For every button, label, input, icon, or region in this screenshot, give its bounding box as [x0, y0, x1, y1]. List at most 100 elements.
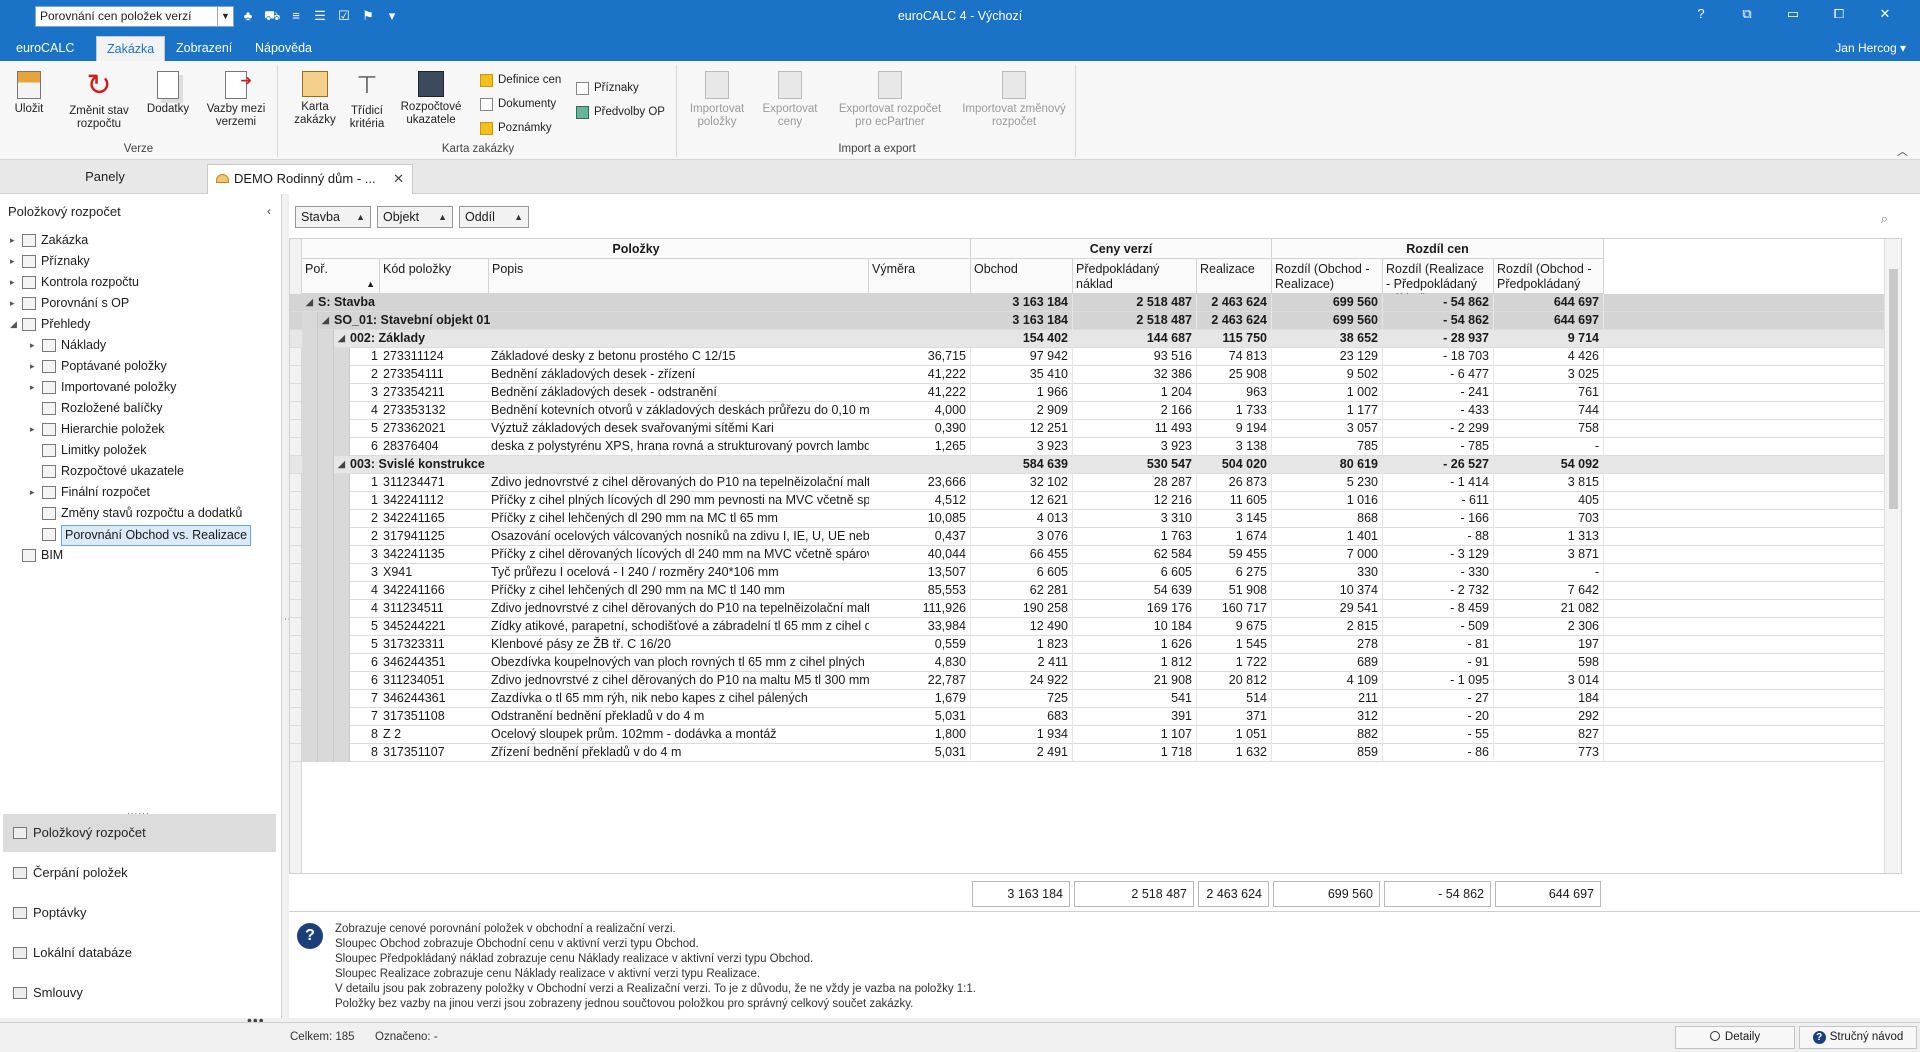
expand-icon[interactable]: ▸	[10, 230, 20, 251]
expand-icon[interactable]: ▸	[10, 293, 20, 314]
user-menu[interactable]: Jan Hercog ▾	[1835, 41, 1906, 55]
expand-icon[interactable]: ▸	[30, 335, 40, 356]
version-links-button[interactable]: ➜ Vazby mezi verzemi	[200, 67, 272, 129]
nav-button[interactable]: Položkový rozpočet	[3, 814, 276, 852]
collapse-group-icon[interactable]: ◢	[338, 330, 345, 347]
table-row[interactable]: 6 346244351 Obezdívka koupelnových van plo…	[290, 654, 1885, 672]
table-row[interactable]: 5 273362021 Výztuž základových desek svařo…	[290, 420, 1885, 438]
vertical-splitter[interactable]: ⋮	[282, 194, 294, 1018]
minimize-icon[interactable]: ▭	[1770, 6, 1816, 22]
table-row[interactable]: 2 342241165 Příčky z cihel lehčených dl 29…	[290, 510, 1885, 528]
header-por[interactable]: Poř. ▲	[302, 259, 380, 294]
collapse-group-icon[interactable]: ◢	[322, 312, 329, 329]
version-select[interactable]: Porovnání cen položek verzí ▼	[35, 6, 234, 27]
table-row[interactable]: 4 311234511 Zdivo jednovrstvé z cihel děro…	[290, 600, 1885, 618]
table-row[interactable]: 6 28376404 deska z polystyrénu XPS, hrana …	[290, 438, 1885, 456]
header-predpokladany[interactable]: Předpokládaný náklad	[1073, 259, 1197, 294]
collapse-group-icon[interactable]: ◢	[306, 294, 313, 311]
expand-icon[interactable]: ▸	[10, 272, 20, 293]
tree-item[interactable]: ◢ Přehledy	[10, 314, 282, 335]
collapse-group-icon[interactable]: ◢	[338, 456, 345, 473]
header-obchod[interactable]: Obchod	[971, 259, 1073, 294]
collapse-ribbon-icon[interactable]: ︿	[1897, 143, 1908, 159]
tree-item[interactable]: ▸ Kontrola rozpočtu	[10, 272, 282, 293]
nav-button[interactable]: Čerpání položek	[3, 854, 276, 892]
table-row[interactable]: 3 273354211 Bednění základových desek - od…	[290, 384, 1885, 402]
tree-item[interactable]: Limitky položek	[10, 440, 282, 461]
header-popis[interactable]: Popis	[489, 259, 869, 294]
table-row[interactable]: 3 X941 Tyč průřezu I ocelová - I 240 / roz…	[290, 564, 1885, 582]
expand-icon[interactable]: ▸	[30, 482, 40, 503]
nav-button[interactable]: Smlouvy	[3, 974, 276, 1012]
header-vymera[interactable]: Výměra	[869, 259, 971, 294]
header-realizace[interactable]: Realizace	[1197, 259, 1272, 294]
table-row[interactable]: 7 317351108 Odstranění bednění překladů v …	[290, 708, 1885, 726]
table-row[interactable]: 1 273311124 Základové desky z betonu prost…	[290, 348, 1885, 366]
close-icon[interactable]: ✕	[1862, 6, 1908, 22]
nav-button[interactable]: Lokální databáze	[3, 934, 276, 972]
nav-button[interactable]: Poptávky	[3, 894, 276, 932]
help-icon[interactable]: ?	[1678, 6, 1724, 22]
table-row[interactable]: 7 346244361 Zazdívka o tl 65 mm rýh, nik n…	[290, 690, 1885, 708]
quick-guide-button[interactable]: ? Stručný návod	[1799, 1026, 1917, 1049]
flags-button[interactable]: Příznaky	[576, 79, 639, 97]
header-rozdil-obchod-predpokladany[interactable]: Rozdíl (Obchod - Předpokládaný	[1494, 259, 1604, 294]
chevron-down-icon[interactable]: ▼	[217, 7, 233, 26]
table-row[interactable]: 1 311234471 Zdivo jednovrstvé z cihel děro…	[290, 474, 1885, 492]
table-row[interactable]: 2 317941125 Osazování ocelových válcovanýc…	[290, 528, 1885, 546]
header-kod[interactable]: Kód položky	[380, 259, 489, 294]
group-row[interactable]: ◢ S: Stavba 3 163 184 2 518 487 2 463 624 699…	[290, 294, 1885, 312]
tree-item[interactable]: Rozpočtové ukazatele	[10, 461, 282, 482]
op-settings-button[interactable]: Předvolby OP	[576, 103, 665, 121]
tab-zobrazeni[interactable]: Zobrazení	[166, 36, 242, 61]
import-change-budget-button[interactable]: Importovat změnový rozpočet	[957, 67, 1071, 129]
expand-icon[interactable]: ▸	[10, 251, 20, 272]
change-state-button[interactable]: ↻ Změnit stav rozpočtu	[60, 67, 138, 131]
import-items-button[interactable]: Importovat položky	[681, 67, 753, 129]
balance-icon[interactable]: ≡	[288, 8, 304, 26]
document-tab[interactable]: DEMO Rodinný dům - ... ✕	[207, 164, 413, 194]
header-rozdil-realizace-predpokladany[interactable]: Rozdíl (Realizace - Předpokládaný náklad…	[1383, 259, 1494, 306]
tree-item[interactable]: ▸ Hierarchie položek	[10, 419, 282, 440]
tab-eurocalc[interactable]: euroCALC	[6, 36, 84, 61]
truck-icon[interactable]: ⛟	[264, 8, 280, 26]
layout-icon[interactable]: ⧉	[1724, 6, 1770, 22]
expand-icon[interactable]: ▸	[30, 377, 40, 398]
table-row[interactable]: 6 311234051 Zdivo jednovrstvé z cihel děro…	[290, 672, 1885, 690]
qat-customize-icon[interactable]: ▾	[384, 8, 400, 26]
table-row[interactable]: 5 345244221 Zídky atikové, parapetní, scho…	[290, 618, 1885, 636]
sort-criteria-button[interactable]: ⊤ Třídicí kritéria	[342, 67, 392, 131]
restore-icon[interactable]: ⧠	[1816, 6, 1862, 22]
notes-button[interactable]: Poznámky	[480, 119, 552, 137]
export-ecpartner-button[interactable]: Exportovat rozpočet pro ecPartner	[829, 67, 951, 129]
vertical-scrollbar[interactable]	[1884, 239, 1901, 873]
tree-item[interactable]: ▸ Importované položky	[10, 377, 282, 398]
search-icon[interactable]: ⌕	[1881, 211, 1888, 227]
tree-item[interactable]: ▸ Zakázka	[10, 230, 282, 251]
save-button[interactable]: Uložit	[6, 67, 52, 116]
details-button[interactable]: Detaily	[1675, 1026, 1795, 1049]
tree-item[interactable]: BIM	[10, 545, 282, 566]
table-row[interactable]: 4 273353132 Bednění kotevních otvorů v zák…	[290, 402, 1885, 420]
plant-icon[interactable]: ♣	[240, 8, 256, 26]
documents-button[interactable]: Dokumenty	[480, 95, 556, 113]
tree-item[interactable]: ▸ Finální rozpočet	[10, 482, 282, 503]
flag-icon[interactable]: ⚑	[360, 8, 376, 26]
close-tab-icon[interactable]: ✕	[393, 165, 404, 193]
filter-oddil[interactable]: Oddíl ▲	[459, 206, 529, 228]
scrollbar-thumb[interactable]	[1889, 269, 1898, 509]
expand-icon[interactable]: ▸	[30, 356, 40, 377]
table-row[interactable]: 2 273354111 Bednění základových desek - zř…	[290, 366, 1885, 384]
tree-item[interactable]: ▸ Poptávané položky	[10, 356, 282, 377]
filter-stavba[interactable]: Stavba ▲	[295, 206, 371, 228]
tab-zakazka[interactable]: Zakázka	[96, 36, 166, 61]
tree-item[interactable]: ▸ Příznaky	[10, 251, 282, 272]
expand-icon[interactable]: ◢	[10, 314, 20, 335]
list-icon[interactable]: ☰	[312, 8, 328, 26]
project-card-button[interactable]: Karta zakázky	[290, 67, 340, 127]
table-row[interactable]: 4 342241166 Příčky z cihel lehčených dl 29…	[290, 582, 1885, 600]
group-row[interactable]: ◢ 003: Svislé konstrukce 584 639 530 547 504…	[290, 456, 1885, 474]
tree-item[interactable]: Změny stavů rozpočtu a dodatků	[10, 503, 282, 524]
collapse-sidebar-icon[interactable]: ‹	[267, 204, 271, 218]
table-row[interactable]: 1 342241112 Příčky z cihel plných lícových…	[290, 492, 1885, 510]
